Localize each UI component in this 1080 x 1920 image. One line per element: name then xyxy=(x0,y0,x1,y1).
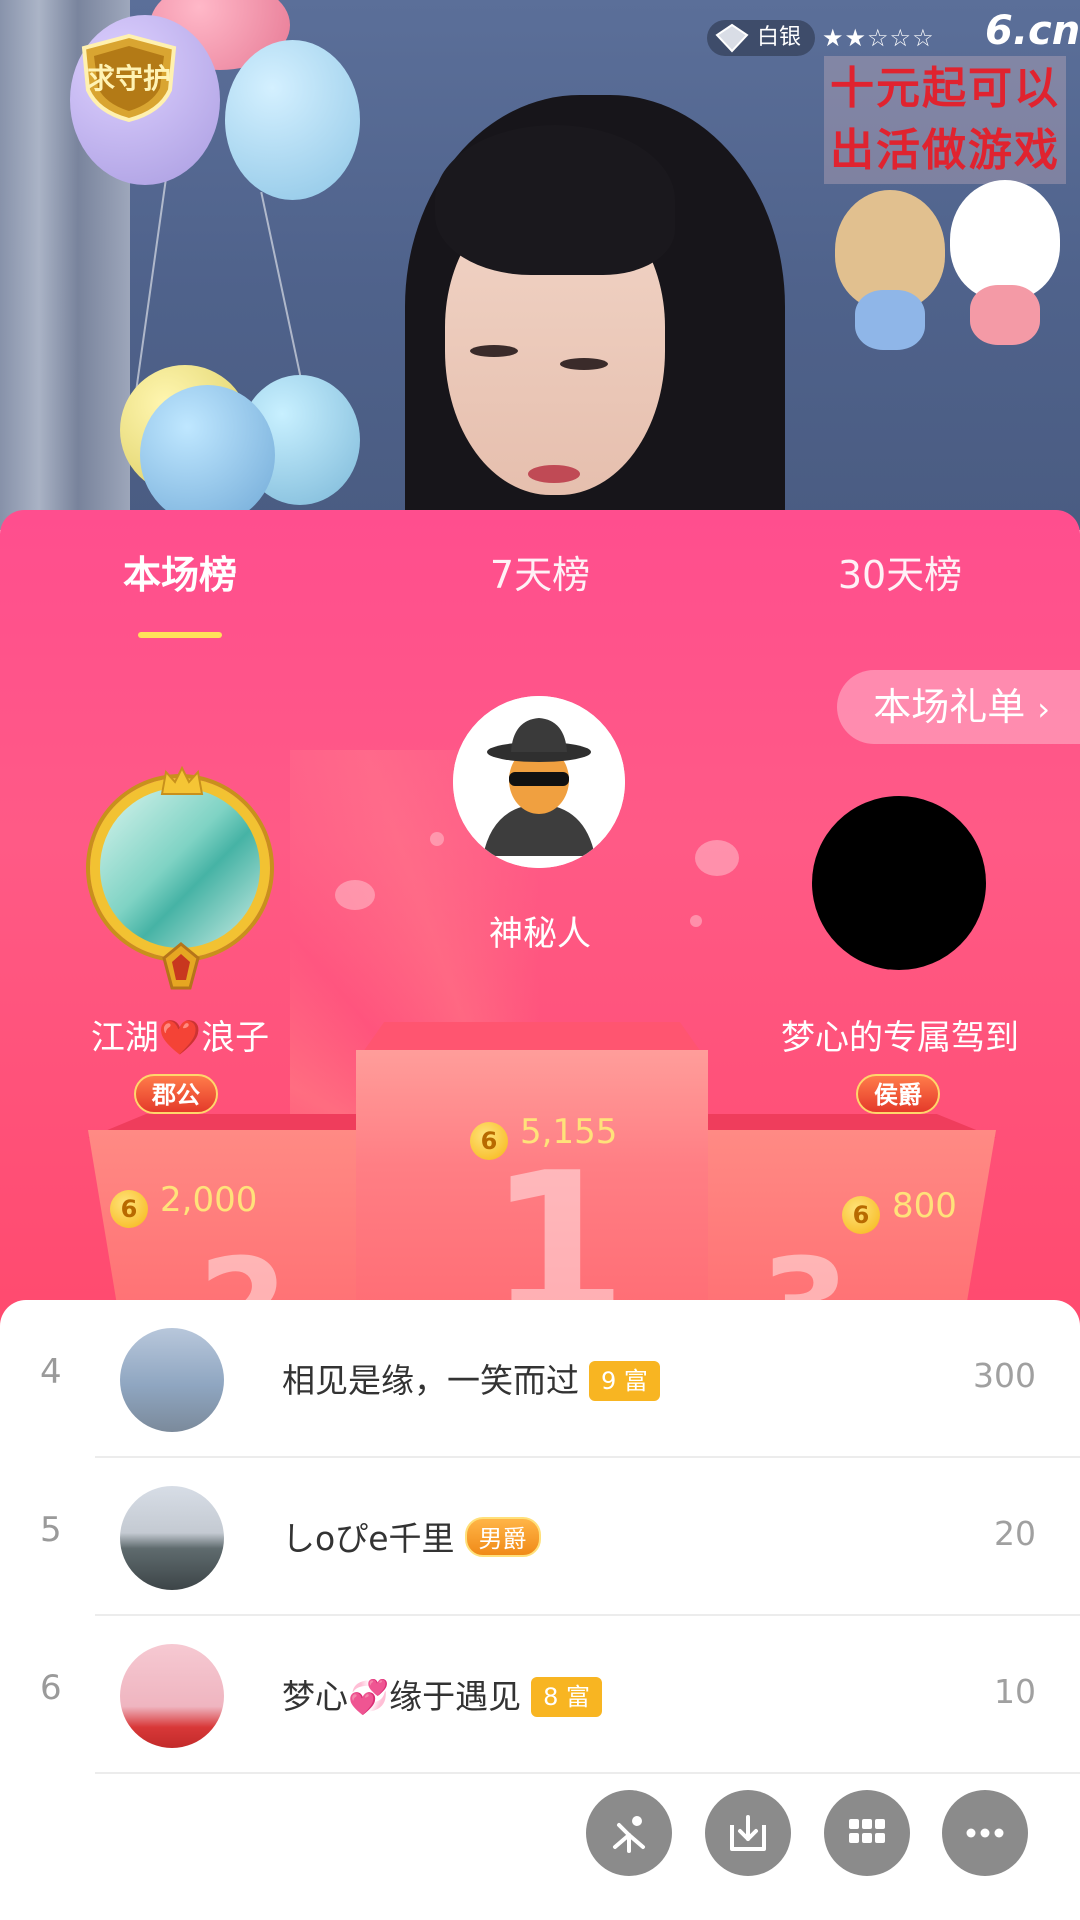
noble-title-badge: 郡公 xyxy=(134,1074,218,1114)
sparkle xyxy=(690,915,702,927)
eye xyxy=(560,358,608,370)
third-place-score: 6 800 xyxy=(842,1186,957,1234)
row-name: 相见是缘，一笑而过 9 富 xyxy=(282,1354,660,1402)
badge-text: 求守护 xyxy=(87,62,171,95)
sparkle xyxy=(695,840,739,876)
balloon-string xyxy=(135,180,167,390)
user-name: 相见是缘，一笑而过 xyxy=(282,1361,579,1400)
row-rank: 6 xyxy=(40,1668,62,1708)
balloon xyxy=(140,385,275,525)
streamer-level-tag: 白银 xyxy=(707,20,816,56)
ranking-list: 4 相见是缘，一笑而过 9 富 300 5 しoぴe千里 男爵 20 6 梦心💞缘于… xyxy=(0,1300,1080,1920)
bunny-sticker xyxy=(950,180,1060,300)
noble-title-badge: 侯爵 xyxy=(856,1074,940,1114)
gift-list-label: 本场礼单 xyxy=(873,685,1026,729)
score-value: 5,155 xyxy=(520,1112,618,1152)
ranking-tabs: 本场榜 7天榜 30天榜 xyxy=(0,540,1080,638)
score-value: 2,000 xyxy=(160,1180,258,1220)
eye xyxy=(470,345,518,357)
site-logo: 6.cn xyxy=(985,8,1080,54)
coin-icon: 6 xyxy=(110,1190,148,1228)
third-place-name: 梦心的专属驾到 xyxy=(781,1018,1019,1058)
row-value: 20 xyxy=(994,1514,1036,1553)
balloon-string xyxy=(260,191,302,379)
list-item[interactable]: 6 梦心💞缘于遇见 8 富 10 xyxy=(0,1616,1080,1774)
row-name: しoぴe千里 男爵 xyxy=(282,1512,541,1560)
balloon xyxy=(225,40,360,200)
second-place-score: 6 2,000 xyxy=(110,1180,257,1228)
tab-7-days[interactable]: 7天榜 xyxy=(420,540,660,610)
first-place-name: 神秘人 xyxy=(489,914,591,954)
row-name: 梦心💞缘于遇见 8 富 xyxy=(282,1670,602,1718)
stream-sticker-text: 十元起可以 出活做游戏 xyxy=(824,56,1066,184)
grid-icon xyxy=(849,1819,885,1843)
wealth-level-badge: 8 富 xyxy=(531,1677,602,1717)
list-item[interactable]: 5 しoぴe千里 男爵 20 xyxy=(0,1458,1080,1616)
diamond-icon xyxy=(715,23,749,53)
sticker-line-2: 出活做游戏 xyxy=(830,125,1060,176)
sparkle-button[interactable] xyxy=(586,1790,672,1876)
tab-current-session[interactable]: 本场榜 xyxy=(60,540,300,610)
noble-title-badge: 男爵 xyxy=(464,1517,541,1557)
sticker-line-1: 十元起可以 xyxy=(830,63,1060,114)
menu-grid-button[interactable] xyxy=(824,1790,910,1876)
level-label: 白银 xyxy=(757,25,802,50)
row-value: 10 xyxy=(994,1672,1036,1711)
divider xyxy=(95,1772,1080,1774)
wealth-level-badge: 9 富 xyxy=(589,1361,660,1401)
active-tab-indicator xyxy=(138,632,222,638)
user-name: しoぴe千里 xyxy=(282,1519,455,1558)
row-rank: 5 xyxy=(40,1510,62,1550)
score-value: 800 xyxy=(892,1186,957,1226)
laurel-icon xyxy=(162,942,200,990)
third-place-avatar[interactable] xyxy=(812,796,986,970)
crown-icon xyxy=(160,766,204,795)
first-place-avatar[interactable] xyxy=(453,696,625,868)
lips xyxy=(528,465,580,483)
sparkle-icon xyxy=(613,1816,645,1853)
row-rank: 4 xyxy=(40,1352,62,1392)
guard-badge-icon[interactable]: 求守护 xyxy=(70,32,188,122)
mystery-person-icon xyxy=(453,696,625,868)
user-avatar[interactable] xyxy=(120,1328,224,1432)
user-avatar[interactable] xyxy=(120,1486,224,1590)
gift-list-button[interactable]: 本场礼单 › xyxy=(837,670,1080,744)
user-name: 梦心💞缘于遇见 xyxy=(282,1677,522,1716)
coin-icon: 6 xyxy=(470,1122,508,1160)
more-button[interactable] xyxy=(942,1790,1028,1876)
bunny-body xyxy=(970,285,1040,345)
list-item[interactable]: 4 相见是缘，一笑而过 9 富 300 xyxy=(0,1300,1080,1458)
chevron-right-icon: › xyxy=(1037,690,1050,728)
row-value: 300 xyxy=(973,1356,1036,1395)
streamer-bangs xyxy=(435,125,675,275)
second-place-name: 江湖❤️浪子 xyxy=(90,1018,270,1058)
level-stars: ★★☆☆☆ xyxy=(822,24,935,52)
first-place-score: 6 5,155 xyxy=(470,1112,617,1160)
more-icon xyxy=(966,1828,1004,1838)
sparkle xyxy=(430,832,444,846)
sparkle xyxy=(335,880,375,910)
user-avatar[interactable] xyxy=(120,1644,224,1748)
bear-body xyxy=(855,290,925,350)
download-icon xyxy=(730,1815,766,1851)
ranking-panel: 本场榜 7天榜 30天榜 本场礼单 › 1 2 3 神秘人 6 5,155 江湖… xyxy=(0,510,1080,1330)
tab-30-days[interactable]: 30天榜 xyxy=(780,540,1020,610)
live-video-area: 求守护 白银 ★★☆☆☆ 6.cn 十元起可以 出活做游戏 xyxy=(0,0,1080,530)
save-button[interactable] xyxy=(705,1790,791,1876)
second-place-avatar[interactable] xyxy=(90,778,270,958)
coin-icon: 6 xyxy=(842,1196,880,1234)
